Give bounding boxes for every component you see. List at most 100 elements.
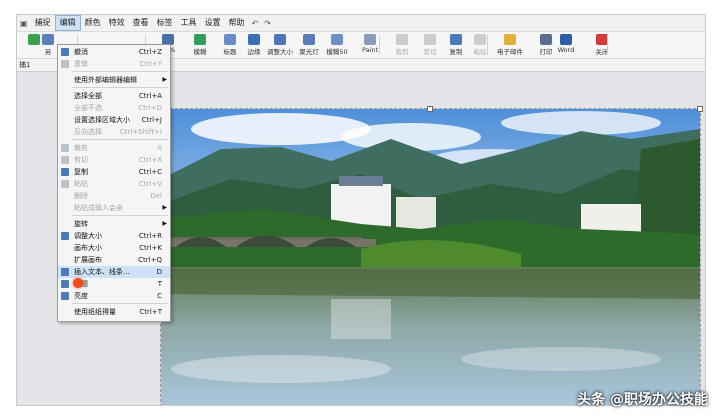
redo-icon bbox=[61, 60, 69, 68]
menu-item-shortcut: Ctrl+V bbox=[138, 180, 162, 188]
resize-handle-tr[interactable] bbox=[697, 106, 703, 112]
word-icon bbox=[560, 34, 572, 45]
menu-separator bbox=[72, 215, 168, 216]
menu-settings[interactable]: 设置 bbox=[201, 15, 225, 31]
menu-item-label: 设置选择区域大小 bbox=[74, 116, 130, 124]
pen-icon bbox=[61, 268, 69, 276]
toolbar-power-button[interactable]: 关闭 bbox=[585, 33, 619, 57]
menu-item-shortcut: Ctrl+X bbox=[138, 156, 162, 164]
toolbar-paint-button[interactable]: Paint bbox=[353, 33, 387, 57]
menu-separator bbox=[72, 87, 168, 88]
menu-tabs[interactable]: 标签 bbox=[153, 15, 177, 31]
menu-item-7[interactable]: 裁剪 X bbox=[58, 142, 170, 154]
menu-item-3[interactable]: 选择全部 Ctrl+A bbox=[58, 90, 170, 102]
toolbar-blur50-button[interactable]: 模糊50 bbox=[320, 33, 354, 57]
menu-item-11[interactable]: 删除 Del bbox=[58, 190, 170, 202]
menu-item-label: 旋转 bbox=[74, 220, 88, 228]
menu-item-label: 使用纸纸得量 bbox=[74, 308, 116, 316]
toolbar-button-label: 粘贴 bbox=[473, 48, 487, 56]
menu-item-15[interactable]: 画布大小 Ctrl+K bbox=[58, 242, 170, 254]
copy-icon bbox=[450, 34, 462, 45]
toolbar-email-button[interactable]: 电子邮件 bbox=[493, 33, 527, 57]
menu-item-shortcut: Ctrl+Z bbox=[138, 48, 162, 56]
toolbar-separator bbox=[607, 35, 608, 55]
menu-item-label: 粘贴 bbox=[74, 180, 88, 188]
toolbar-blur-button[interactable]: 模糊 bbox=[183, 33, 217, 57]
landscape-image[interactable] bbox=[160, 108, 701, 405]
menu-item-13[interactable]: 旋转 ▶ bbox=[58, 218, 170, 230]
menu-separator bbox=[72, 139, 168, 140]
blur50-icon bbox=[331, 34, 343, 45]
menu-item-12[interactable]: 粘贴成输入会亲 ▶ bbox=[58, 202, 170, 214]
menu-item-shortcut: X bbox=[157, 144, 162, 152]
menu-item-label: 插入文本、线条... bbox=[74, 268, 130, 276]
toolbar-button-label: Word bbox=[557, 46, 575, 54]
toolbar-paste-button[interactable]: 粘贴 bbox=[463, 33, 497, 57]
screenshot-frame: ▣ 捕捉 编辑 颜色 特效 查看 标签 工具 设置 帮助 ↶ ↷ 另90%模糊标… bbox=[0, 0, 720, 419]
resize-handle-tm[interactable] bbox=[427, 106, 433, 112]
tab-capture-1[interactable]: 捕1 bbox=[19, 59, 30, 71]
mouse-cursor-highlight bbox=[73, 278, 83, 288]
toolbar-separator bbox=[487, 35, 488, 55]
menu-item-0[interactable]: 撤消 Ctrl+Z bbox=[58, 46, 170, 58]
menu-item-shortcut: Ctrl+T bbox=[139, 308, 162, 316]
menu-item-label: 使用外部编辑器编辑 bbox=[74, 76, 137, 84]
cut-icon bbox=[61, 156, 69, 164]
menu-item-10[interactable]: 粘贴 Ctrl+V bbox=[58, 178, 170, 190]
toolbar-button-label: Paint bbox=[361, 46, 379, 54]
menu-item-20[interactable]: 使用纸纸得量 Ctrl+T bbox=[58, 306, 170, 318]
menu-item-label: 裁剪 bbox=[74, 144, 88, 152]
toolbar-button-label: 标题 bbox=[223, 48, 237, 56]
menu-edit[interactable]: 编辑 bbox=[54, 15, 81, 31]
menu-item-4[interactable]: 全部不选 Ctrl+D bbox=[58, 102, 170, 114]
menu-capture[interactable]: 捕捉 bbox=[31, 15, 55, 31]
app-icon[interactable]: ▣ bbox=[17, 19, 31, 28]
toolbar-button-label: 裁剪 bbox=[395, 48, 409, 56]
menu-color[interactable]: 颜色 bbox=[81, 15, 105, 31]
menu-item-6[interactable]: 反向选择 Ctrl+Shift+I bbox=[58, 126, 170, 138]
menu-help[interactable]: 帮助 bbox=[225, 15, 249, 31]
menu-item-16[interactable]: 扩展画布 Ctrl+Q bbox=[58, 254, 170, 266]
menu-item-14[interactable]: 调整大小 Ctrl+R bbox=[58, 230, 170, 242]
redo-quick-icon[interactable]: ↷ bbox=[261, 19, 274, 28]
toolbar-word-button[interactable]: Word bbox=[549, 33, 583, 57]
menu-item-2[interactable]: 使用外部编辑器编辑 ▶ bbox=[58, 74, 170, 86]
watermark: 头条 @职场办公技能 bbox=[577, 392, 708, 408]
menu-item-label: 亮度 bbox=[74, 292, 88, 300]
menu-item-shortcut: Ctrl+J bbox=[141, 116, 162, 124]
menu-item-shortcut: Ctrl+A bbox=[138, 92, 162, 100]
menu-item-label: 扩展画布 bbox=[74, 256, 102, 264]
undo-quick-icon[interactable]: ↶ bbox=[249, 19, 262, 28]
submenu-arrow-icon: ▶ bbox=[162, 204, 167, 211]
app-window: ▣ 捕捉 编辑 颜色 特效 查看 标签 工具 设置 帮助 ↶ ↷ 另90%模糊标… bbox=[16, 14, 706, 406]
menu-item-8[interactable]: 剪切 Ctrl+X bbox=[58, 154, 170, 166]
cut-icon bbox=[424, 34, 436, 45]
menu-item-label: 删除 bbox=[74, 192, 88, 200]
menu-item-shortcut: Ctrl+C bbox=[138, 168, 162, 176]
menu-item-shortcut: Ctrl+R bbox=[138, 232, 162, 240]
menu-item-9[interactable]: 复制 Ctrl+C bbox=[58, 166, 170, 178]
menu-tools[interactable]: 工具 bbox=[177, 15, 201, 31]
title-icon bbox=[61, 280, 69, 288]
toolbar-button-label: 复制 bbox=[449, 48, 463, 56]
paint-icon bbox=[364, 34, 376, 45]
menu-view[interactable]: 查看 bbox=[129, 15, 153, 31]
menu-item-label: 调整大小 bbox=[74, 232, 102, 240]
menu-item-19[interactable]: 亮度 C bbox=[58, 290, 170, 302]
menubar: ▣ 捕捉 编辑 颜色 特效 查看 标签 工具 设置 帮助 ↶ ↷ bbox=[17, 15, 705, 32]
menu-item-shortcut: Ctrl+D bbox=[138, 104, 162, 112]
menu-item-label: 反向选择 bbox=[74, 128, 102, 136]
menu-item-label: 选择全部 bbox=[74, 92, 102, 100]
menu-item-label: 重做 bbox=[74, 60, 88, 68]
menu-item-1[interactable]: 重做 Ctrl+Y bbox=[58, 58, 170, 70]
toolbar-button-label: 另 bbox=[44, 48, 52, 56]
menu-item-5[interactable]: 设置选择区域大小 Ctrl+J bbox=[58, 114, 170, 126]
blur-icon bbox=[194, 34, 206, 45]
menu-item-shortcut: Ctrl+Q bbox=[138, 256, 162, 264]
landscape-illustration bbox=[161, 109, 700, 405]
menu-item-17[interactable]: 插入文本、线条... D bbox=[58, 266, 170, 278]
crop-icon bbox=[61, 144, 69, 152]
toolbar-button-label: 剪切 bbox=[423, 48, 437, 56]
menu-effects[interactable]: 特效 bbox=[105, 15, 129, 31]
menu-separator bbox=[72, 71, 168, 72]
